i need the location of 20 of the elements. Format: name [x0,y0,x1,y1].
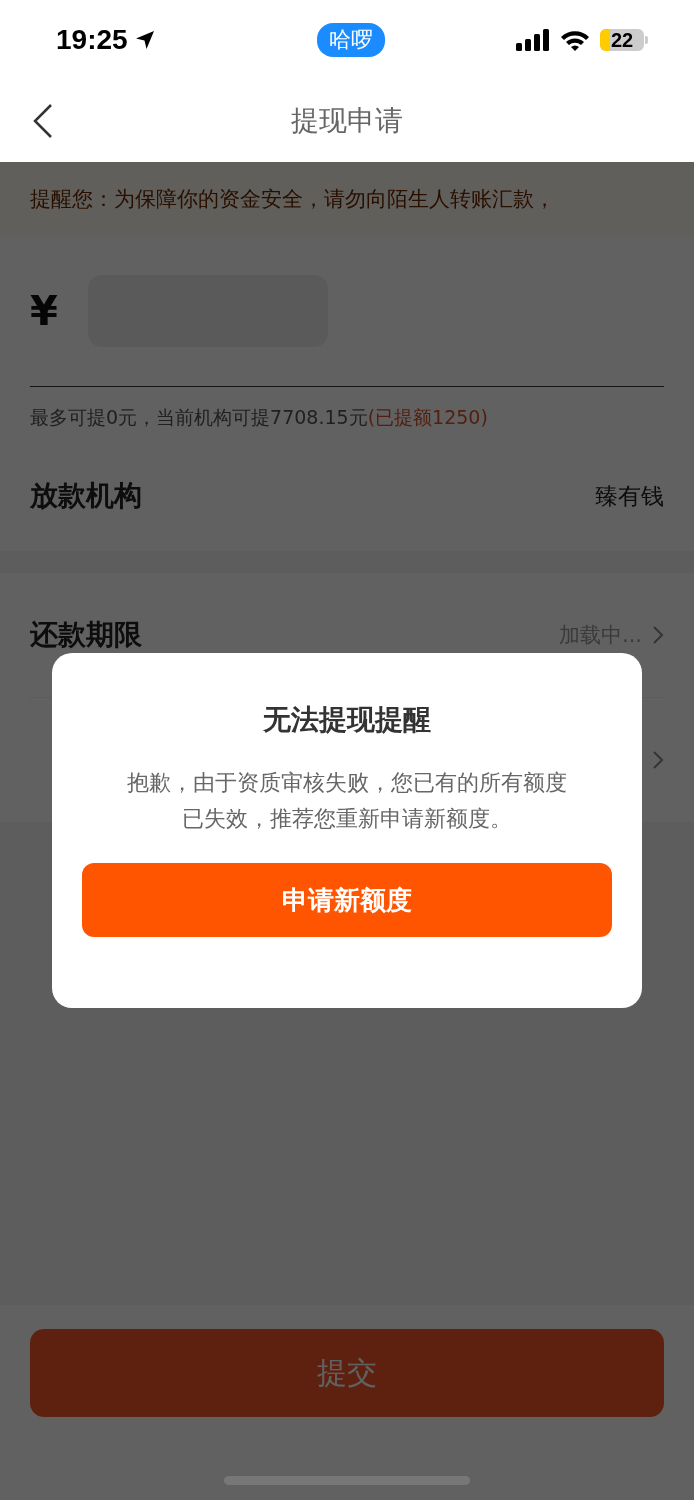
notice-banner: 提醒您：为保障你的资金安全，请勿向陌生人转账汇款， [0,162,694,236]
page-title: 提现申请 [291,103,403,139]
withdraw-limit-text: 最多可提0元，当前机构可提7708.15元(已提额1250) [30,405,489,430]
location-arrow-icon [133,29,156,51]
app-pill[interactable]: 哈啰 [317,23,385,57]
wifi-icon [560,29,590,51]
chevron-right-icon[interactable] [652,625,664,645]
currency-symbol: ¥ [30,288,58,334]
back-icon[interactable] [32,103,54,139]
signal-icon [516,29,550,51]
row-value: 臻有钱 [595,481,664,511]
chevron-right-icon[interactable] [652,750,664,770]
clock-time: 19:25 [56,24,128,56]
battery-icon: 22 [600,29,644,51]
dialog-message: 抱歉，由于资质审核失败，您已有的所有额度已失效，推荐您重新申请新额度。 [126,769,568,833]
submit-button[interactable]: 提交 [30,1329,664,1417]
row-label: 放款机构 [30,478,142,514]
row-label: 还款期限 [30,617,142,653]
apply-button[interactable]: 申请新额度 [82,863,612,937]
dialog-title: 无法提现提醒 [263,702,431,738]
